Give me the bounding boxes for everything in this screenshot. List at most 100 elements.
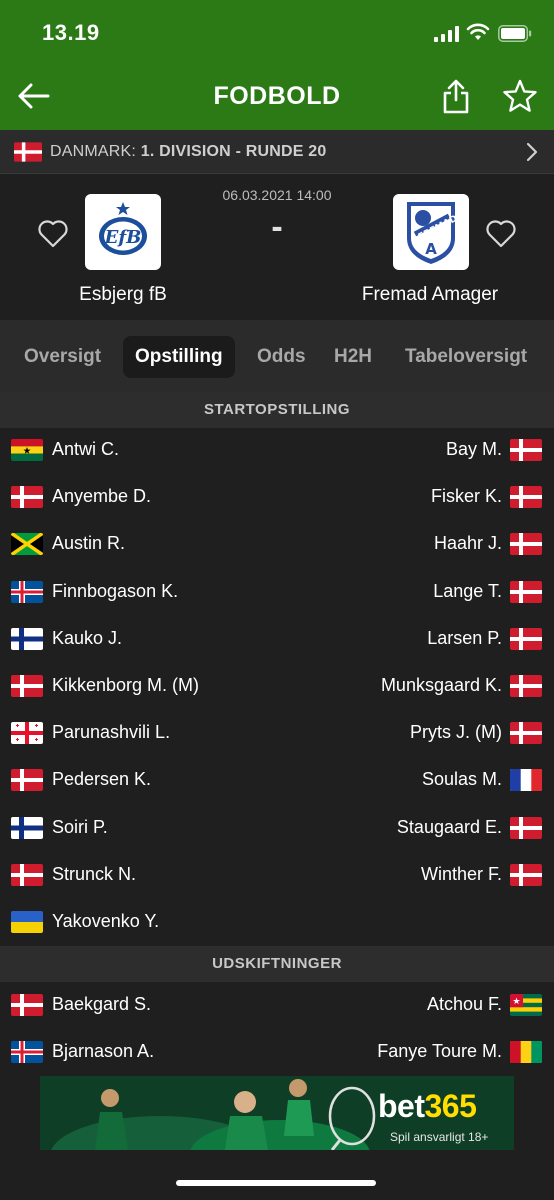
star-icon[interactable] — [502, 79, 538, 113]
svg-text:A: A — [425, 240, 437, 258]
home-player-name[interactable]: Soiri P. — [52, 817, 108, 838]
home-player-flag — [11, 675, 43, 697]
away-player-name[interactable]: Bay M. — [446, 439, 502, 460]
away-player-flag — [510, 816, 542, 839]
home-player-name[interactable]: Strunck N. — [52, 864, 136, 885]
home-player-name[interactable]: Austin R. — [52, 533, 125, 554]
home-player-flag — [11, 911, 43, 933]
favorite-home-heart-icon[interactable] — [37, 218, 69, 248]
away-player-name[interactable]: Fisker K. — [431, 486, 502, 507]
away-player-name[interactable]: Winther F. — [421, 864, 502, 885]
away-player-flag — [510, 769, 542, 792]
player-row: Baekgard S. Atchou F. — [0, 982, 554, 1029]
svg-text:EfB: EfB — [104, 227, 142, 248]
away-player-name[interactable]: Atchou F. — [427, 994, 502, 1015]
home-player-name[interactable]: Finnbogason K. — [52, 581, 178, 602]
denmark-flag-icon — [11, 994, 43, 1016]
denmark-flag-icon — [510, 722, 542, 745]
bet365-logo-text: bet — [378, 1088, 425, 1124]
home-player-flag — [11, 439, 43, 461]
share-icon[interactable] — [440, 78, 472, 114]
home-player-flag — [11, 533, 43, 556]
away-player-name[interactable]: Fanye Toure M. — [377, 1041, 502, 1062]
denmark-flag-icon — [510, 486, 542, 509]
home-player-name[interactable]: Kikkenborg M. (M) — [52, 675, 199, 696]
away-team-name[interactable]: Fremad Amager — [330, 284, 530, 306]
home-team-name[interactable]: Esbjerg fB — [28, 284, 218, 306]
player-row: Pedersen K. Soulas M. — [0, 757, 554, 804]
nav-bar: FODBOLD — [0, 64, 554, 130]
away-player-name[interactable]: Staugaard E. — [397, 817, 502, 838]
home-player-flag — [11, 816, 43, 839]
home-player-flag — [11, 769, 43, 792]
player-row: Yakovenko Y. — [0, 899, 554, 946]
home-player-name[interactable]: Pedersen K. — [52, 769, 151, 790]
away-player-name[interactable]: Munksgaard K. — [381, 675, 502, 696]
league-country: DANMARK: — [50, 143, 137, 160]
away-player-name[interactable]: Haahr J. — [434, 533, 502, 554]
home-player-name[interactable]: Bjarnason A. — [52, 1041, 154, 1062]
battery-icon — [498, 25, 532, 42]
away-player-name[interactable]: Lange T. — [433, 581, 502, 602]
home-player-name[interactable]: Baekgard S. — [52, 994, 151, 1015]
league-bar[interactable]: DANMARK: 1. DIVISION - RUNDE 20 — [0, 130, 554, 174]
substitutes-header: UDSKIFTNINGER — [0, 946, 554, 982]
favorite-away-heart-icon[interactable] — [485, 218, 517, 248]
home-player-flag — [11, 722, 43, 745]
esbjerg-crest-icon: EfB — [99, 202, 147, 255]
denmark-flag-icon — [14, 142, 42, 162]
home-team-logo[interactable]: EfB — [85, 194, 161, 270]
bet365-logo-number: 365 — [424, 1088, 477, 1124]
tab-bar: Oversigt Opstilling Odds H2H Tabeloversi… — [0, 320, 554, 392]
home-indicator[interactable] — [176, 1180, 376, 1186]
away-player-name[interactable]: Pryts J. (M) — [410, 722, 502, 743]
togo-flag-icon — [510, 994, 542, 1016]
status-time: 13.19 — [42, 20, 100, 45]
status-bar: 13.19 — [0, 0, 554, 64]
away-player-name[interactable]: Soulas M. — [422, 769, 502, 790]
starting-lineup-header: STARTOPSTILLING — [0, 392, 554, 428]
ghana-flag-icon — [11, 439, 43, 461]
home-player-flag — [11, 863, 43, 886]
wifi-icon — [466, 23, 490, 40]
home-player-name[interactable]: Anyembe D. — [52, 486, 151, 507]
player-row: Austin R. Haahr J. — [0, 521, 554, 568]
bet365-logo: bet365 — [378, 1088, 477, 1125]
player-row: Parunashvili L. Pryts J. (M) — [0, 710, 554, 757]
iceland-flag-icon — [11, 580, 43, 603]
player-row: Strunck N. Winther F. — [0, 852, 554, 899]
ukraine-flag-icon — [11, 911, 43, 933]
player-row: Bjarnason A. Fanye Toure M. — [0, 1029, 554, 1076]
bet365-ad-banner[interactable]: bet365 Spil ansvarligt 18+ — [40, 1076, 514, 1150]
tab-opstilling[interactable]: Opstilling — [123, 336, 235, 378]
away-player-flag — [510, 675, 542, 697]
fremad-amager-crest-icon: FREMAD A — [407, 202, 459, 264]
player-row: Kauko J. Larsen P. — [0, 616, 554, 663]
home-player-name[interactable]: Parunashvili L. — [52, 722, 170, 743]
match-header: 06.03.2021 14:00 - EfB Esbjerg fB FREMAD… — [0, 174, 554, 320]
home-player-name[interactable]: Antwi C. — [52, 439, 119, 460]
home-player-flag — [11, 994, 43, 1016]
denmark-flag-icon — [11, 863, 43, 886]
denmark-flag-icon — [510, 863, 542, 886]
match-datetime: 06.03.2021 14:00 — [222, 187, 332, 203]
denmark-flag-icon — [11, 769, 43, 792]
home-player-name[interactable]: Kauko J. — [52, 628, 122, 649]
tab-tabeloversigt[interactable]: Tabeloversigt — [405, 346, 527, 368]
home-player-flag — [11, 580, 43, 603]
home-player-flag — [11, 486, 43, 509]
away-player-name[interactable]: Larsen P. — [427, 628, 502, 649]
denmark-flag-icon — [510, 675, 542, 697]
tab-oversigt[interactable]: Oversigt — [24, 346, 101, 368]
away-team-logo[interactable]: FREMAD A — [393, 194, 469, 270]
league-competition: 1. DIVISION - RUNDE 20 — [140, 143, 327, 160]
home-player-name[interactable]: Yakovenko Y. — [52, 911, 159, 932]
tab-odds[interactable]: Odds — [257, 346, 306, 368]
away-player-flag — [510, 580, 542, 603]
away-player-flag — [510, 627, 542, 650]
tab-h2h[interactable]: H2H — [334, 346, 372, 368]
chevron-right-icon — [526, 142, 538, 162]
iceland-flag-icon — [11, 1041, 43, 1064]
player-row: Kikkenborg M. (M) Munksgaard K. — [0, 663, 554, 710]
jamaica-flag-icon — [11, 533, 43, 556]
